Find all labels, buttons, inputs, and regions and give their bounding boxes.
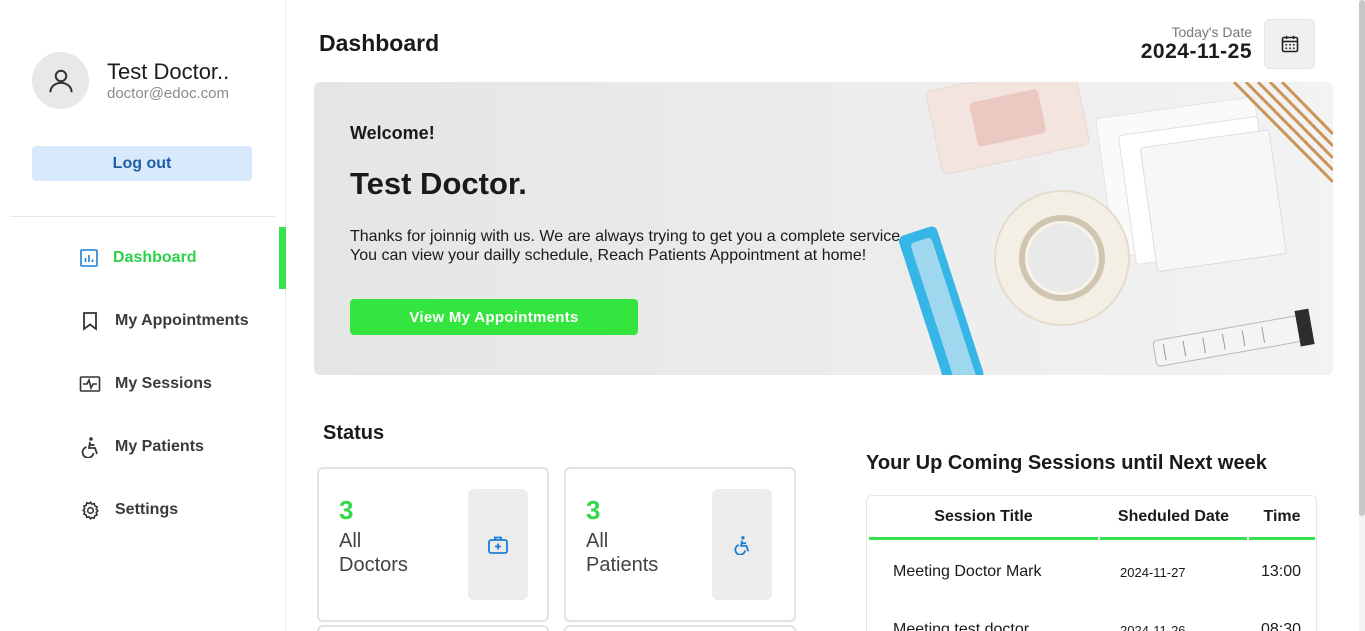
stat-card-doctors[interactable]: 3 All Doctors [317, 467, 549, 622]
sidebar-item-label: My Appointments [115, 312, 249, 329]
avatar [32, 52, 89, 109]
wheelchair-icon [79, 436, 101, 458]
status-title: Status [323, 422, 385, 444]
stat-label-line: All [339, 530, 362, 552]
wheelchair-icon [734, 535, 750, 555]
sidebar-item-label: Dashboard [113, 249, 197, 266]
sidebar-item-my-patients[interactable]: My Patients [0, 416, 286, 478]
sessions-icon [79, 373, 101, 395]
stat-icon-box [712, 489, 772, 600]
stat-label: All Patients [586, 529, 696, 577]
calendar-button[interactable] [1264, 19, 1315, 69]
welcome-message: Thanks for joinnig with us. We are alway… [350, 227, 900, 265]
calendar-icon [1281, 35, 1298, 53]
stat-label-line: Doctors [339, 554, 408, 576]
column-header: Time [1249, 496, 1315, 540]
sessions-title: Your Up Coming Sessions until Next week [866, 452, 1267, 474]
date-value: 2024-11-25 [1140, 40, 1252, 63]
profile-name: Test Doctor.. [107, 58, 230, 84]
medical-bag-icon [488, 536, 508, 554]
session-date-cell: 2024-11-26 [1120, 623, 1186, 631]
sidebar: Test Doctor.. doctor@edoc.com Log out Da… [0, 0, 286, 631]
welcome-banner: Welcome! Test Doctor. Thanks for joinnig… [314, 82, 1333, 375]
stat-card-partial [564, 625, 796, 631]
stat-card-patients[interactable]: 3 All Patients [564, 467, 796, 622]
page-scrollbar[interactable] [1359, 0, 1365, 631]
sidebar-item-my-sessions[interactable]: My Sessions [0, 353, 286, 415]
column-header: Sheduled Date [1100, 496, 1247, 540]
sidebar-item-label: My Patients [115, 438, 204, 455]
gear-icon [79, 499, 101, 521]
bookmark-icon [79, 310, 101, 332]
stat-number: 3 [586, 495, 601, 525]
date-label: Today's Date [1171, 24, 1253, 40]
scrollbar-thumb[interactable] [1359, 0, 1365, 516]
session-time-cell: 13:00 [1261, 563, 1302, 580]
sidebar-item-dashboard[interactable]: Dashboard [0, 227, 286, 289]
dashboard-icon [78, 247, 100, 269]
session-title-cell: Meeting test doctor [893, 621, 1030, 631]
sidebar-item-label: Settings [115, 501, 179, 518]
view-appointments-button[interactable]: View My Appointments [350, 299, 638, 335]
stat-card-partial [317, 625, 549, 631]
stat-label: All Doctors [339, 529, 449, 577]
stat-icon-box [468, 489, 528, 600]
stat-number: 3 [339, 495, 354, 525]
welcome-name: Test Doctor. [350, 166, 527, 201]
sidebar-item-settings[interactable]: Settings [0, 479, 286, 541]
welcome-line-2: You can view your dailly schedule, Reach… [350, 247, 867, 264]
sidebar-divider [10, 216, 275, 217]
medical-supplies-image [898, 82, 1333, 375]
sidebar-item-my-appointments[interactable]: My Appointments [0, 290, 286, 352]
active-indicator [279, 227, 286, 289]
session-title-cell: Meeting Doctor Mark [893, 563, 1042, 580]
stat-label-line: All [586, 530, 609, 552]
sessions-table: Session Title Sheduled Date Time Meeting… [866, 495, 1317, 631]
profile: Test Doctor.. doctor@edoc.com [32, 52, 229, 109]
profile-email: doctor@edoc.com [107, 84, 229, 102]
page-title: Dashboard [319, 30, 440, 56]
user-icon [48, 69, 73, 92]
stat-label-line: Patients [586, 554, 659, 576]
sidebar-item-label: My Sessions [115, 375, 212, 392]
logout-button[interactable]: Log out [32, 146, 252, 181]
welcome-heading: Welcome! [350, 123, 435, 143]
column-header: Session Title [869, 496, 1098, 540]
welcome-line-1: Thanks for joinnig with us. We are alway… [350, 228, 901, 245]
session-date-cell: 2024-11-27 [1120, 565, 1186, 580]
session-time-cell: 08:30 [1261, 621, 1302, 631]
